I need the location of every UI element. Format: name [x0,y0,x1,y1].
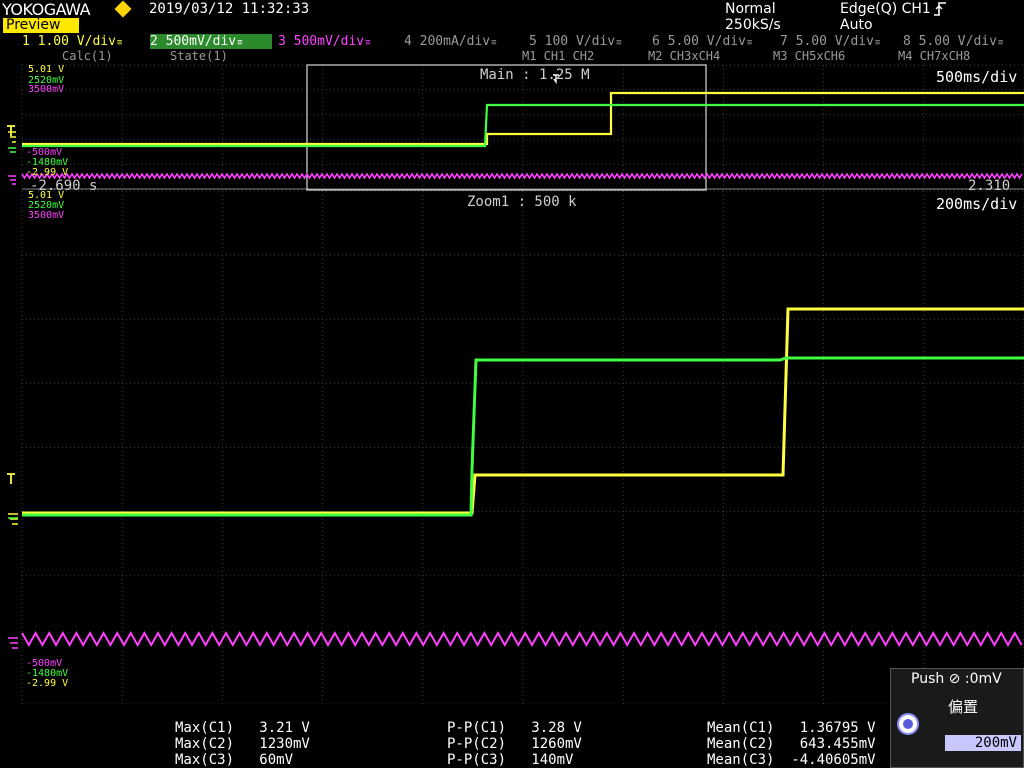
main-trace-ch1 [22,91,1024,146]
status-bar: YOKOGAWA Preview 2019/03/12 11:32:33 Nor… [0,0,1024,36]
trigger-type[interactable]: Edge(Q) CH1 [840,1,931,17]
measurement-value: Max(C3) 60mV [175,752,294,768]
mean-measurements: Mean(C1) 1.36795 V Mean(C2) 643.455mV Mean… [707,720,876,768]
trigger-marker-zoom [7,473,15,484]
measurement-value: Mean(C1) 1.36795 V [707,720,876,736]
scale-label: 5.01 V [28,64,65,75]
offset-value-field[interactable]: 200mV [945,735,1021,751]
main-window-label: Main : 1.25 M [480,67,590,83]
channel-2-scale[interactable]: 2 500mV/div≡ [150,34,272,49]
channel-3-scale[interactable]: 3 500mV/div≡ [278,34,386,49]
channel-4-scale[interactable]: 4 200mA/div≡ [404,34,524,49]
datetime: 2019/03/12 11:32:33 [149,1,310,17]
state-label[interactable]: State(1) [170,49,228,63]
acquisition-mode[interactable]: Normal [725,1,776,17]
preview-badge[interactable]: Preview [3,18,79,33]
trigger-mode[interactable]: Auto [840,17,873,33]
push-reset-label[interactable]: Push ⊘ :0mV [911,671,1002,687]
rising-edge-icon [934,2,946,16]
main-right-time: 2.310 [968,178,1011,194]
main-trace-ch3 [21,172,1023,180]
math-1-label[interactable]: M1 CH1 CH2 [522,49,594,63]
scale-label: 3500mV [28,84,65,95]
rotary-knob-icon[interactable] [897,713,919,735]
measurement-value: Max(C1) 3.21 V [175,720,310,736]
scale-label: -2.99 V [26,167,69,178]
zoom-window-label: Zoom1 : 500 k [467,194,577,210]
channel-6-scale[interactable]: 6 5.00 V/div≡ [652,34,762,49]
max-measurements: Max(C1) 3.21 V Max(C2) 1230mV Max(C3) 60mV [175,720,310,768]
zoom-grid [21,190,1024,704]
channel-5-scale[interactable]: 5 100 V/div≡ [529,34,639,49]
scale-label: -2.99 V [26,678,69,689]
ground-markers [8,131,18,649]
trigger-marker-main [7,125,15,136]
channel-7-scale[interactable]: 7 5.00 V/div≡ [780,34,890,49]
scale-label: 3500mV [28,210,65,221]
zoom-timebase[interactable]: 200ms/div [936,195,1017,213]
channel-1-scale[interactable]: 1 1.00 V/div≡ [22,34,142,49]
zoom-box [306,64,707,191]
measurement-value: Mean(C2) 643.455mV [707,736,876,752]
math-2-label[interactable]: M2 CH3xCH4 [648,49,720,63]
measurement-value: P-P(C1) 3.28 V [447,720,582,736]
measurement-value: P-P(C2) 1260mV [447,736,582,752]
main-timebase[interactable]: 500ms/div [936,68,1017,86]
waveform-canvas[interactable] [0,64,1024,704]
offset-knob-panel[interactable]: Push ⊘ :0mV 偏置 200mV [890,668,1024,768]
sample-rate: 250kS/s [725,17,781,33]
channel-8-scale[interactable]: 8 5.00 V/div≡ [903,34,1013,49]
waveform-display[interactable]: 5.01 V 2520mV 3500mV -500mV -1480mV -2.9… [0,64,1024,704]
calc-label[interactable]: Calc(1) [62,49,113,63]
measurement-value: Max(C2) 1230mV [175,736,310,752]
measurement-panel: Max(C1) 3.21 V Max(C2) 1230mV Max(C3) 60mV… [0,704,890,768]
peak-to-peak-measurements: P-P(C1) 3.28 V P-P(C2) 1260mV P-P(C3) 140m… [447,720,582,768]
math-4-label[interactable]: M4 CH7xCH8 [898,49,970,63]
main-grid [21,64,1024,190]
measurement-value: Mean(C3) -4.40605mV [707,752,876,768]
zoom-trace-ch3 [21,630,1023,648]
diamond-icon [114,0,132,18]
channel-bar: 1 1.00 V/div≡ 2 500mV/div≡ 3 500mV/div≡ … [0,34,1024,64]
measurement-value: P-P(C3) 140mV [447,752,574,768]
offset-label: 偏置 [948,698,979,716]
math-3-label[interactable]: M3 CH5xCH6 [773,49,845,63]
